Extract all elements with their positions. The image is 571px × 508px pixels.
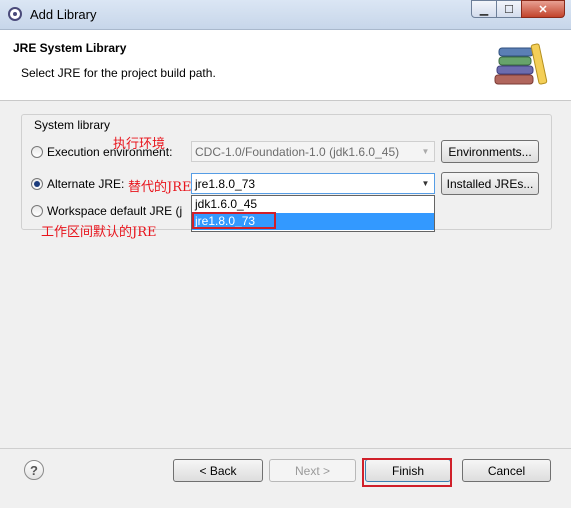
back-button[interactable]: < Back (173, 459, 263, 482)
annotation-workspace: 工作区间默认的JRE (41, 225, 157, 240)
alternate-jre-combo[interactable]: jre1.8.0_73 ▼ (191, 173, 435, 194)
highlight-box-finish (362, 458, 452, 487)
radio-button[interactable] (31, 178, 43, 190)
maximize-button[interactable]: ☐ (496, 0, 522, 18)
footer-separator (0, 448, 571, 449)
chevron-down-icon: ▼ (421, 179, 430, 188)
alternate-jre-label: Alternate JRE: (47, 177, 125, 191)
page-title: JRE System Library (13, 41, 127, 55)
title-bar: Add Library ▁ ☐ ✕ (0, 0, 571, 30)
workspace-default-label: Workspace default JRE (j (47, 204, 183, 218)
page-description: Select JRE for the project build path. (21, 66, 216, 80)
annotation-execution: 执行环境 (113, 137, 166, 152)
annotation-alternate: 替代的JRE (128, 180, 192, 195)
cancel-button[interactable]: Cancel (462, 459, 551, 482)
help-icon[interactable]: ? (24, 460, 44, 480)
highlight-box-jre (192, 212, 276, 229)
minimize-button[interactable]: ▁ (471, 0, 497, 18)
radio-button[interactable] (31, 146, 43, 158)
radio-button[interactable] (31, 205, 43, 217)
execution-environment-combo[interactable]: CDC-1.0/Foundation-1.0 (jdk1.6.0_45) ▼ (191, 141, 435, 162)
alternate-jre-radio[interactable]: Alternate JRE: (31, 175, 124, 193)
next-button[interactable]: Next > (269, 459, 356, 482)
installed-jres-button[interactable]: Installed JREs... (441, 172, 539, 195)
window-title: Add Library (30, 7, 97, 22)
wizard-header: JRE System Library Select JRE for the pr… (0, 30, 571, 101)
eclipse-icon (8, 7, 22, 21)
environments-button[interactable]: Environments... (441, 140, 539, 163)
chevron-down-icon: ▼ (421, 147, 430, 156)
group-label: System library (32, 118, 113, 132)
execution-environment-value: CDC-1.0/Foundation-1.0 (jdk1.6.0_45) (195, 144, 400, 159)
window-controls: ▁ ☐ ✕ (471, 0, 565, 20)
workspace-default-radio[interactable]: Workspace default JRE (j (31, 202, 182, 220)
dropdown-item[interactable]: jdk1.6.0_45 (192, 196, 434, 213)
alternate-jre-value: jre1.8.0_73 (195, 176, 256, 191)
close-button[interactable]: ✕ (521, 0, 565, 18)
library-books-icon (494, 43, 548, 85)
